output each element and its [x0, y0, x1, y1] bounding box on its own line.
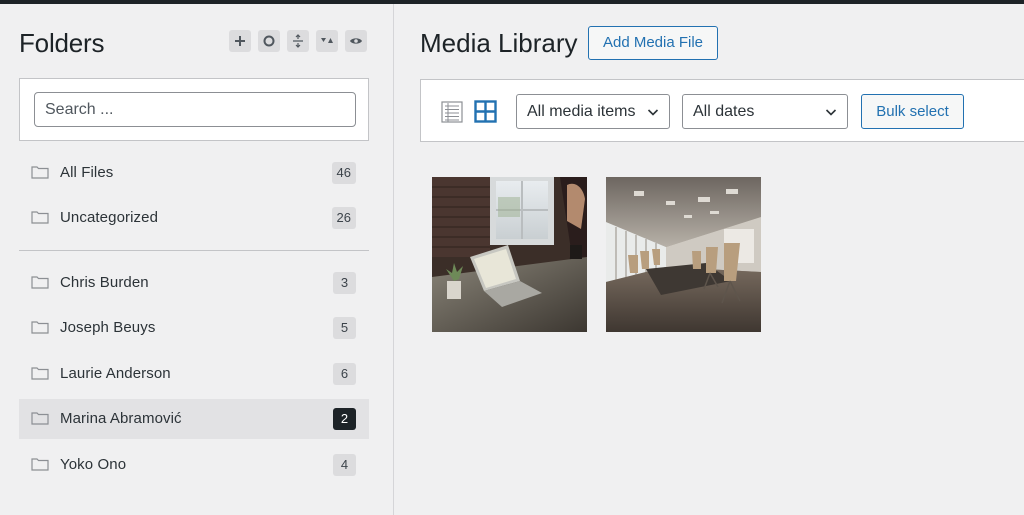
- folder-item-yoko-ono[interactable]: Yoko Ono 4: [19, 445, 369, 485]
- media-type-filter-select[interactable]: All media items: [516, 94, 670, 129]
- folder-item-joseph-beuys[interactable]: Joseph Beuys 5: [19, 308, 369, 348]
- folder-item-uncategorized[interactable]: Uncategorized 26: [19, 198, 369, 238]
- sort-icon[interactable]: [316, 30, 338, 52]
- page-title: Media Library: [420, 28, 578, 58]
- folder-icon: [31, 276, 49, 289]
- media-thumbnail-conference-room[interactable]: [606, 177, 761, 332]
- folder-count-badge: 26: [331, 207, 356, 229]
- folder-label: Laurie Anderson: [60, 365, 171, 382]
- folder-count-badge: 2: [333, 408, 356, 430]
- date-filter-select[interactable]: All dates: [682, 94, 848, 129]
- laptop-workspace-image: [432, 177, 587, 332]
- folder-label: Marina Abramović: [60, 410, 182, 427]
- folder-item-laurie-anderson[interactable]: Laurie Anderson 6: [19, 354, 369, 394]
- folder-label: Chris Burden: [60, 274, 149, 291]
- media-toolbar: All media items All dates Bulk select: [420, 79, 1024, 142]
- conference-room-image: [606, 177, 761, 332]
- folder-label: Yoko Ono: [60, 456, 127, 473]
- collapse-expand-icon[interactable]: [287, 30, 309, 52]
- folder-icon: [31, 321, 49, 334]
- sidebar-title: Folders: [19, 28, 105, 58]
- folder-toolbar: [229, 30, 367, 52]
- folder-label: Joseph Beuys: [60, 319, 156, 336]
- folder-item-chris-burden[interactable]: Chris Burden 3: [19, 263, 369, 303]
- folder-label: All Files: [60, 164, 114, 181]
- date-filter-value: All dates: [693, 103, 755, 120]
- chevron-down-icon: [825, 109, 837, 116]
- chevron-down-icon: [647, 109, 659, 116]
- list-view-icon[interactable]: [441, 101, 463, 123]
- folder-icon: [31, 412, 49, 425]
- folder-icon: [31, 166, 49, 179]
- folder-count-badge: 6: [333, 363, 356, 385]
- eye-icon[interactable]: [345, 30, 367, 52]
- folder-item-all-files[interactable]: All Files 46: [19, 153, 369, 193]
- folder-label: Uncategorized: [60, 209, 159, 226]
- folder-icon: [31, 367, 49, 380]
- folder-search-panel: [19, 78, 369, 141]
- folder-count-badge: 3: [333, 272, 356, 294]
- folder-search-input[interactable]: [34, 92, 356, 127]
- add-media-file-button[interactable]: Add Media File: [588, 26, 718, 60]
- sidebar-divider: [19, 250, 369, 251]
- folder-icon: [31, 458, 49, 471]
- folders-sidebar: Folders All Files 46 Uncategorized 26: [0, 4, 394, 515]
- folder-item-marina-abramovic[interactable]: Marina Abramović 2: [19, 399, 369, 439]
- folder-count-badge: 4: [333, 454, 356, 476]
- folder-count-badge: 46: [331, 162, 356, 184]
- grid-view-icon[interactable]: [474, 100, 497, 123]
- media-type-filter-value: All media items: [527, 103, 636, 120]
- bulk-select-button[interactable]: Bulk select: [861, 94, 964, 129]
- circle-icon[interactable]: [258, 30, 280, 52]
- folder-count-badge: 5: [333, 317, 356, 339]
- add-folder-icon[interactable]: [229, 30, 251, 52]
- folder-icon: [31, 211, 49, 224]
- media-thumbnail-laptop[interactable]: [432, 177, 587, 332]
